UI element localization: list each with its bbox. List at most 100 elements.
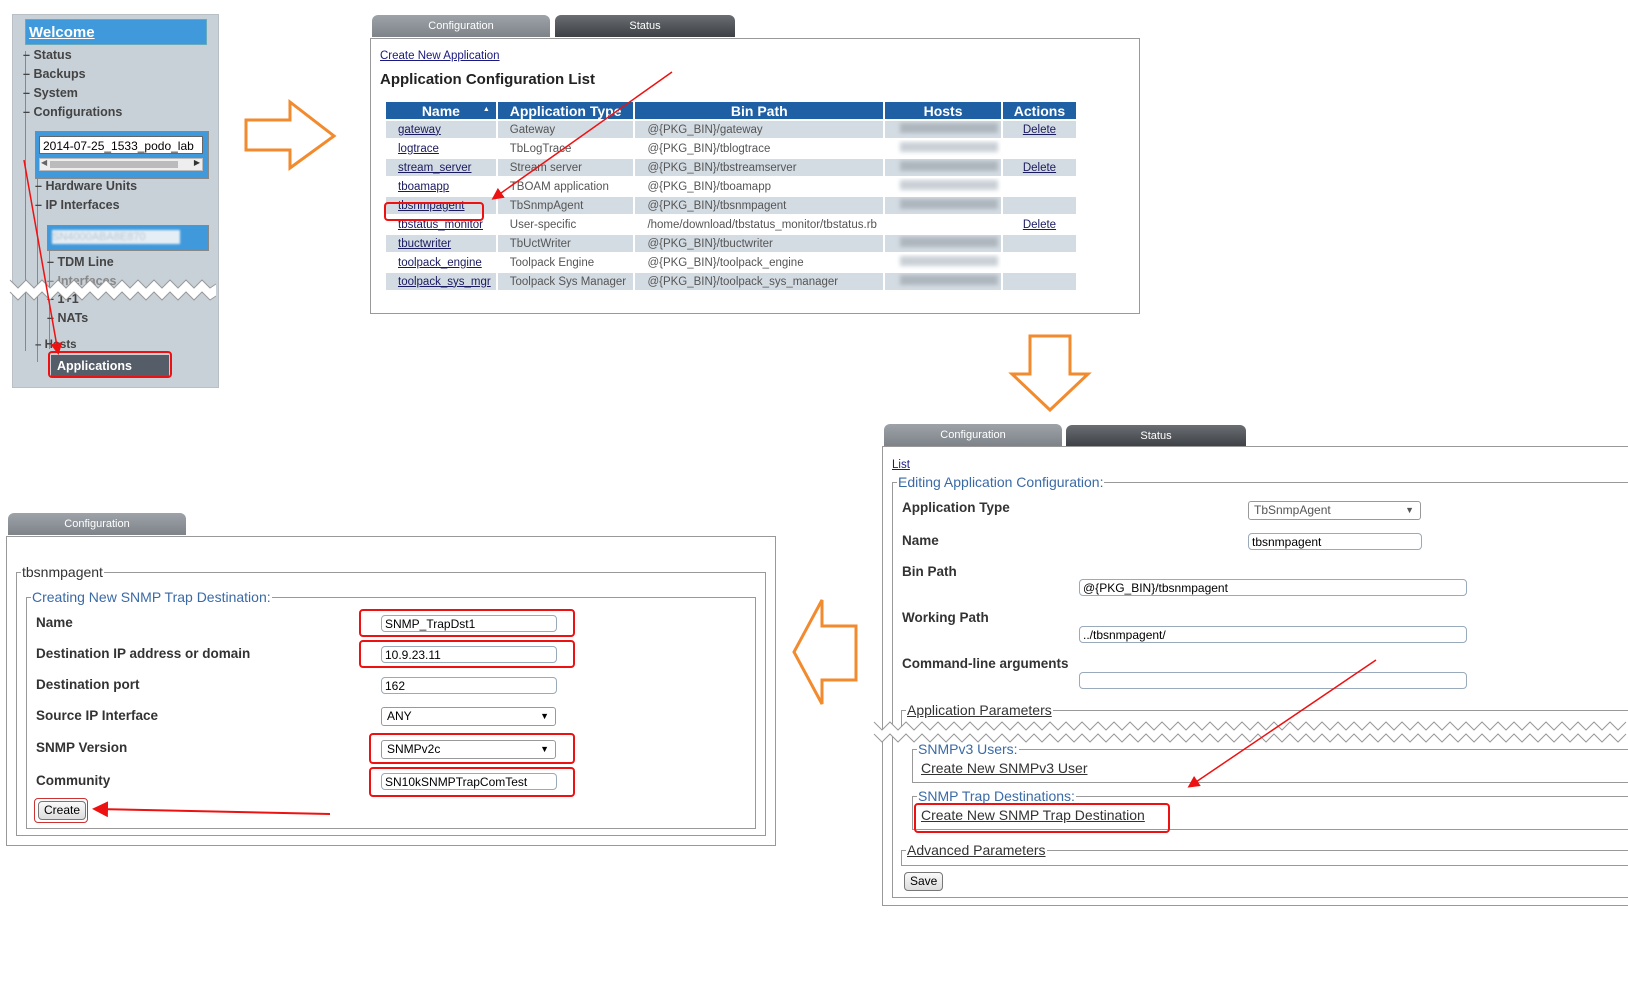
- dropdown-arrow-icon: ▼: [540, 711, 549, 721]
- cell-name: gateway: [384, 119, 498, 140]
- table-row: tbstatus_monitor User-specific/home/downl…: [384, 214, 1079, 235]
- cell-name: logtrace: [384, 138, 498, 159]
- application-name-link[interactable]: logtrace: [398, 143, 439, 155]
- delete-link[interactable]: Delete: [1023, 162, 1056, 174]
- destination-port-input[interactable]: 162: [381, 677, 557, 694]
- welcome-link[interactable]: Welcome: [25, 19, 207, 45]
- flow-arrow-right-icon: [244, 98, 337, 171]
- nav-ip-interfaces[interactable]: – IP Interfaces: [35, 198, 120, 212]
- blurred-host: [900, 275, 999, 285]
- cell-name: tboamapp: [384, 176, 498, 197]
- cell-application-type: TbLogTrace: [495, 138, 636, 159]
- configuration-selector: 2014-07-25_1533_podo_lab ◀ ▶: [35, 131, 209, 179]
- application-name-link[interactable]: tboamapp: [398, 181, 449, 193]
- destination-ip-label: Destination IP address or domain: [36, 646, 251, 661]
- advanced-parameters-legend[interactable]: Advanced Parameters: [906, 842, 1047, 858]
- tab-status[interactable]: Status: [555, 15, 735, 37]
- cell-bin-path: @{PKG_BIN}/tboamapp: [633, 176, 886, 197]
- cell-actions: [1000, 271, 1079, 292]
- delete-link[interactable]: Delete: [1023, 124, 1056, 136]
- column-name[interactable]: Name ▲: [384, 100, 498, 121]
- application-name-link[interactable]: toolpack_sys_mgr: [398, 276, 491, 288]
- save-button[interactable]: Save: [904, 872, 944, 891]
- host-name: SN4000ABA8E870: [52, 230, 180, 244]
- nav-status[interactable]: – Status: [23, 48, 72, 62]
- host-selector[interactable]: SN4000ABA8E870: [47, 225, 209, 251]
- application-table: Name ▲ Application Type Bin Path Hosts Ac…: [384, 100, 1079, 292]
- scroll-left-icon[interactable]: ◀: [41, 158, 47, 167]
- nav-hosts[interactable]: – Hosts: [35, 339, 77, 351]
- trap-name-label: Name: [36, 615, 73, 630]
- bin-path-input[interactable]: @{PKG_BIN}/tbsnmpagent: [1079, 579, 1467, 596]
- cell-application-type: TbUctWriter: [495, 233, 636, 254]
- highlight-trap-name: [359, 609, 575, 637]
- nav-nats[interactable]: – NATs: [47, 311, 88, 325]
- bin-path-label: Bin Path: [902, 564, 957, 579]
- application-type-label: Application Type: [902, 500, 1010, 515]
- cell-name: tbuctwriter: [384, 233, 498, 254]
- list-link[interactable]: List: [892, 459, 910, 471]
- create-snmpv3-user-link[interactable]: Create New SNMPv3 User: [921, 760, 1088, 776]
- cell-hosts: [883, 157, 1003, 178]
- working-path-input[interactable]: ../tbsnmpagent/: [1079, 626, 1467, 643]
- highlight-create-button: [34, 798, 88, 823]
- nav-one-plus-one[interactable]: – 1+1: [47, 292, 79, 306]
- nav-configurations[interactable]: – Configurations: [23, 105, 122, 119]
- cell-application-type: Toolpack Sys Manager: [495, 271, 636, 292]
- tab-configuration[interactable]: Configuration: [372, 15, 550, 37]
- cell-hosts: [883, 119, 1003, 140]
- application-name-link[interactable]: stream_server: [398, 162, 472, 174]
- application-name-link[interactable]: tbuctwriter: [398, 238, 451, 250]
- application-type-select[interactable]: TbSnmpAgent ▼: [1248, 501, 1421, 520]
- cell-bin-path: /home/download/tbstatus_monitor/tbstatus…: [633, 214, 886, 235]
- application-name-link[interactable]: toolpack_engine: [398, 257, 482, 269]
- cell-bin-path: @{PKG_BIN}/tbuctwriter: [633, 233, 886, 254]
- nav-backups[interactable]: – Backups: [23, 67, 86, 81]
- nav-hardware-units[interactable]: – Hardware Units: [35, 179, 137, 193]
- source-ip-interface-select[interactable]: ANY ▼: [381, 707, 556, 726]
- cell-application-type: TbSnmpAgent: [495, 195, 636, 216]
- scroll-thumb[interactable]: [50, 161, 178, 168]
- cell-actions: [1000, 233, 1079, 254]
- application-parameters-legend[interactable]: Application Parameters: [906, 702, 1053, 718]
- tab-configuration[interactable]: Configuration: [884, 424, 1062, 446]
- configuration-name[interactable]: 2014-07-25_1533_podo_lab: [39, 136, 203, 154]
- cell-hosts: [883, 176, 1003, 197]
- creating-trap-legend: Creating New SNMP Trap Destination:: [32, 589, 271, 605]
- table-row: stream_server Stream server @{PKG_BIN}/tbs…: [384, 157, 1079, 178]
- cell-bin-path: @{PKG_BIN}/gateway: [633, 119, 886, 140]
- cell-application-type: Gateway: [495, 119, 636, 140]
- column-bin-path: Bin Path: [633, 100, 886, 121]
- delete-link[interactable]: Delete: [1023, 219, 1056, 231]
- cell-actions: Delete: [1000, 119, 1079, 140]
- name-input[interactable]: tbsnmpagent: [1248, 533, 1422, 550]
- cell-application-type: User-specific: [495, 214, 636, 235]
- tab-configuration[interactable]: Configuration: [8, 513, 186, 535]
- table-header-row: Name ▲ Application Type Bin Path Hosts Ac…: [384, 100, 1079, 121]
- table-row: tboamapp TBOAM application @{PKG_BIN}/tboa…: [384, 176, 1079, 197]
- application-name-link[interactable]: gateway: [398, 124, 441, 136]
- create-new-application-link[interactable]: Create New Application: [380, 50, 500, 62]
- tab-status[interactable]: Status: [1066, 425, 1246, 447]
- command-line-args-input[interactable]: [1079, 672, 1467, 689]
- sort-ascending-icon[interactable]: ▲: [483, 106, 490, 113]
- dropdown-arrow-icon: ▼: [1405, 505, 1414, 515]
- flow-arrow-left-icon: [792, 599, 858, 705]
- scroll-right-icon[interactable]: ▶: [194, 158, 200, 167]
- command-line-args-label: Command-line arguments: [902, 656, 1069, 671]
- community-label: Community: [36, 773, 111, 788]
- horizontal-scrollbar[interactable]: ◀ ▶: [39, 158, 203, 171]
- flow-arrow-down-icon: [1008, 334, 1092, 413]
- table-row: toolpack_sys_mgr Toolpack Sys Manager @{PK…: [384, 271, 1079, 292]
- blurred-host: [900, 199, 999, 209]
- highlight-applications: [48, 351, 172, 378]
- blurred-host: [900, 142, 999, 152]
- working-path-label: Working Path: [902, 610, 989, 625]
- nav-system[interactable]: – System: [23, 86, 78, 100]
- nav-interfaces[interactable]: – Interfaces: [47, 274, 117, 288]
- cell-application-type: TBOAM application: [495, 176, 636, 197]
- nav-tdm-line[interactable]: – TDM Line: [47, 255, 114, 269]
- blurred-host: [900, 256, 999, 266]
- highlight-create-trap-destination: [914, 803, 1170, 833]
- source-ip-interface-label: Source IP Interface: [36, 708, 159, 723]
